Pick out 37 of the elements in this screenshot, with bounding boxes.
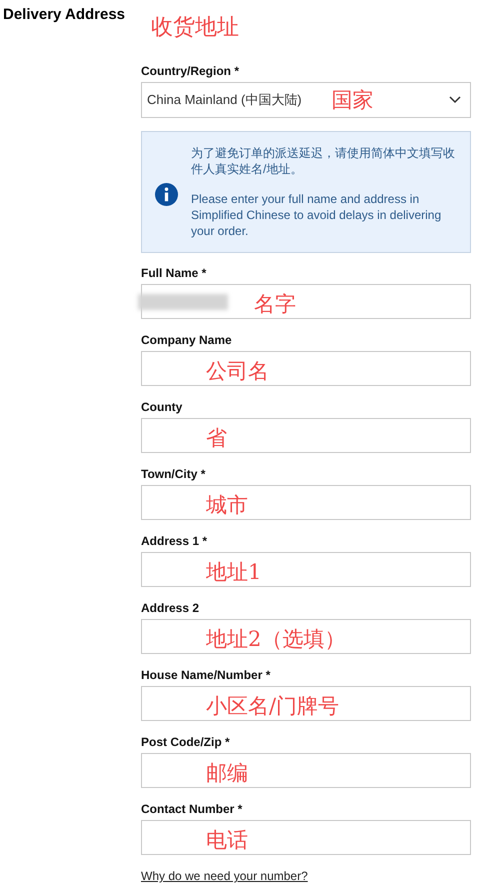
info-icon xyxy=(155,183,178,206)
annotation-text: 邮编 xyxy=(206,763,248,784)
text-field[interactable]: 公司名 xyxy=(141,351,471,386)
field-label: Full Name * xyxy=(141,266,208,280)
chevron-down-icon xyxy=(449,96,461,104)
text-field[interactable]: 电话 xyxy=(141,820,471,855)
annotation-text: 地址1 xyxy=(206,562,262,583)
annotation-text: 省 xyxy=(206,428,227,449)
text-field[interactable]: 地址1 xyxy=(141,552,471,587)
field-label: Town/City * xyxy=(141,467,206,481)
field-label: Post Code/Zip * xyxy=(141,735,231,749)
annotation-text: 收货地址 xyxy=(151,17,240,39)
annotation-text: 城市 xyxy=(206,495,248,516)
annotation-text: 小区名/门牌号 xyxy=(206,696,340,717)
annotation-text: 国家 xyxy=(332,90,374,110)
text-field[interactable]: 小区名/门牌号 xyxy=(141,686,471,721)
section-title: Delivery Address xyxy=(3,5,126,25)
field-label: Address 1 * xyxy=(141,534,208,548)
annotation-text: 电话 xyxy=(206,830,248,851)
field-label: County xyxy=(141,400,184,414)
field-label: Country/Region * xyxy=(141,64,240,78)
country-select[interactable]: China Mainland (中国大陆) 国家 xyxy=(141,82,471,118)
annotation-text: 地址2（选填） xyxy=(206,629,346,650)
field-label: Contact Number * xyxy=(141,802,244,816)
field-label: Address 2 xyxy=(141,601,200,615)
text-field[interactable]: 名字 xyxy=(141,284,471,319)
annotation-text: 公司名 xyxy=(206,361,269,382)
text-field[interactable]: 邮编 xyxy=(141,753,471,788)
notice-text: 为了避免订单的派送延迟，请使用简体中文填写收件人真实姓名/地址。 xyxy=(191,145,456,177)
text-field[interactable]: 城市 xyxy=(141,485,471,520)
field-label: Company Name xyxy=(141,333,233,347)
notice-text: Please enter your full name and address in Simplified Chinese to avoid delays in delivering your order. xyxy=(191,191,442,239)
annotation-text: 名字 xyxy=(254,294,296,315)
field-label: House Name/Number * xyxy=(141,668,272,682)
text-field[interactable]: 省 xyxy=(141,418,471,453)
text-field[interactable]: 地址2（选填） xyxy=(141,619,471,654)
help-link[interactable]: Why do we need your number? xyxy=(141,867,471,885)
